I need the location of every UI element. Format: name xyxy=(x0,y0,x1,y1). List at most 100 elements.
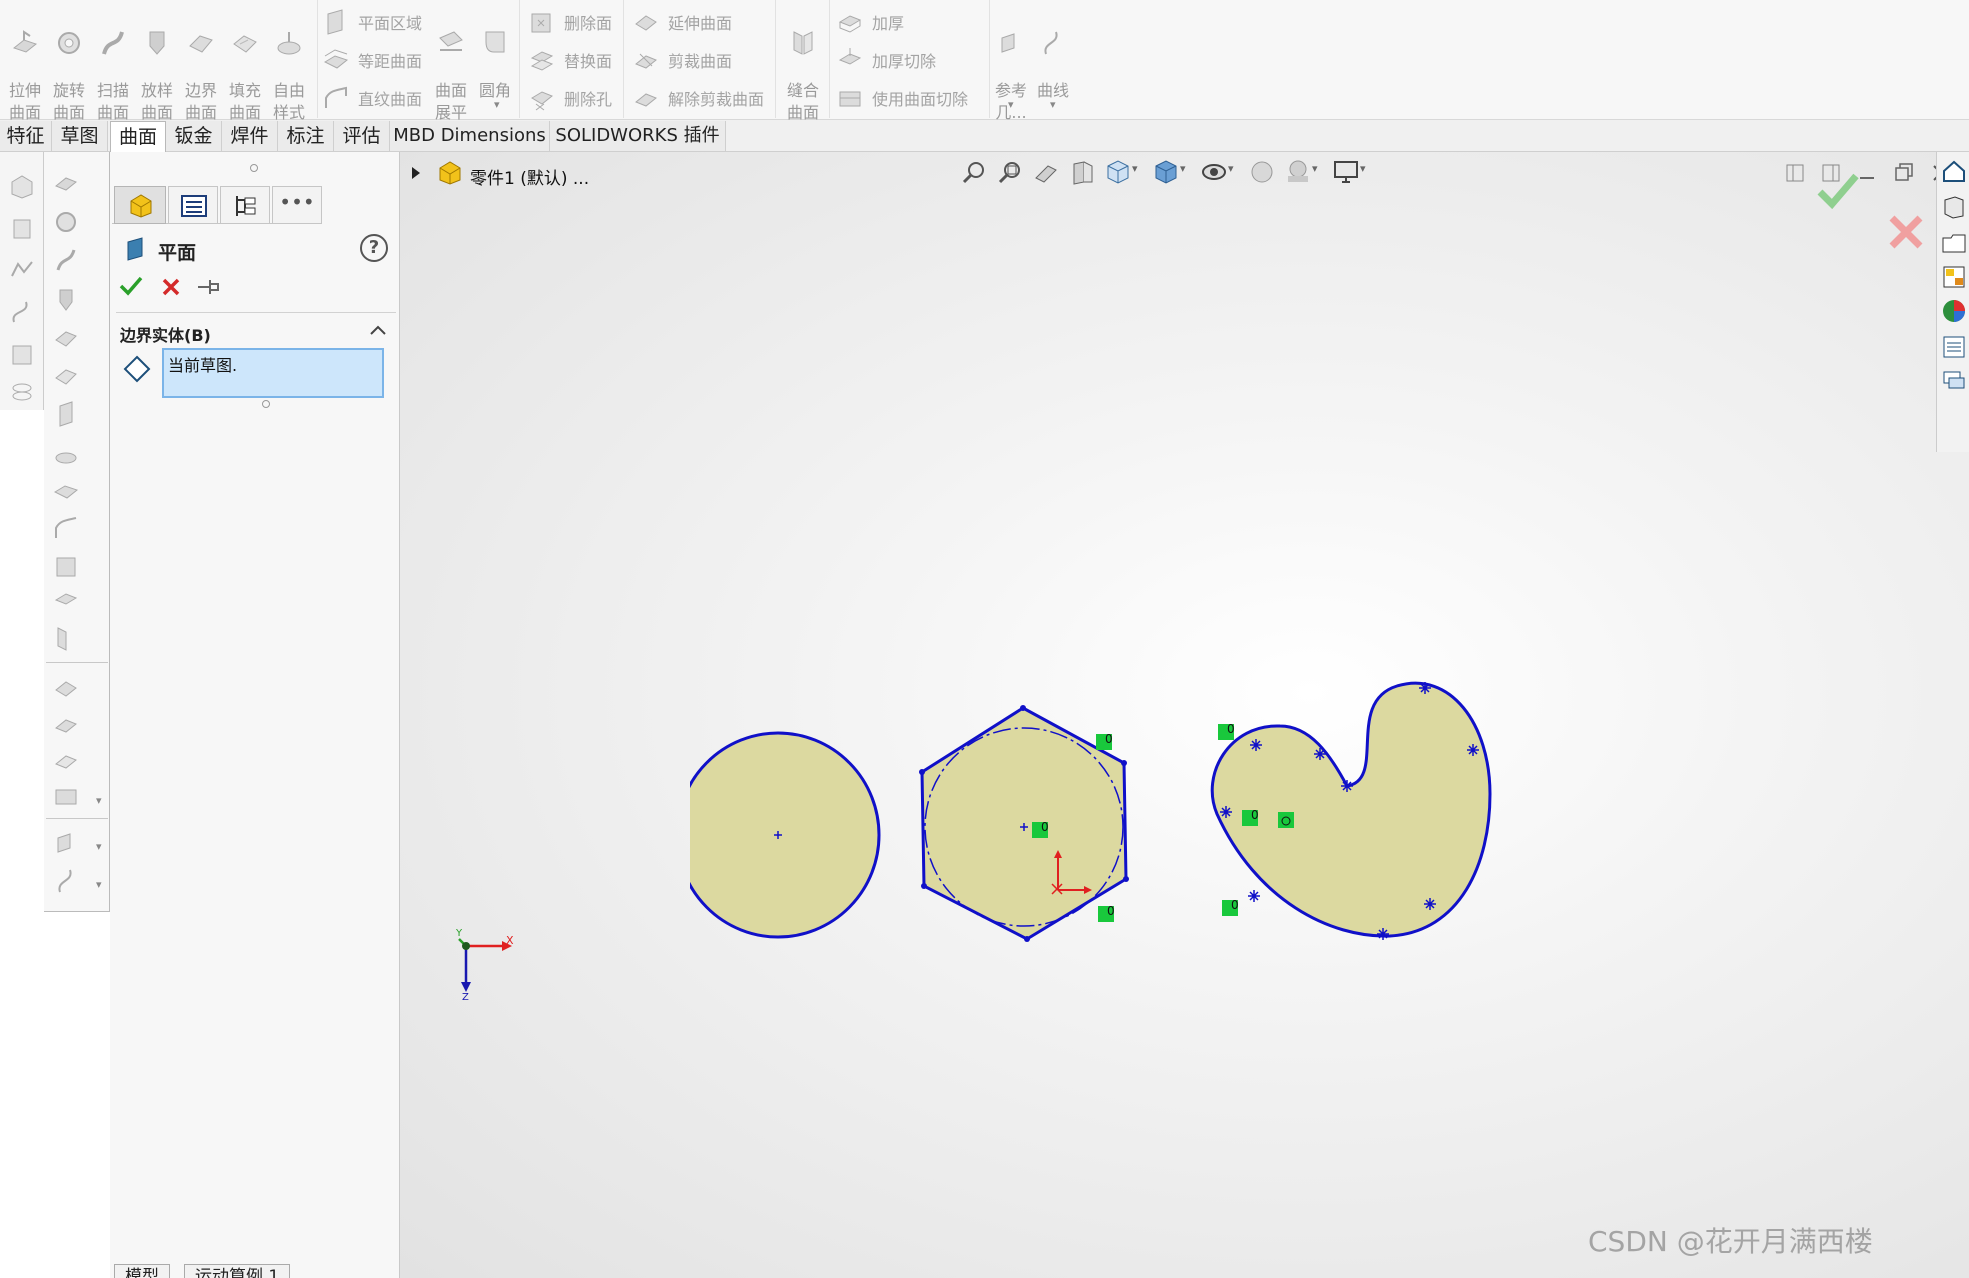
planar-surface-button[interactable]: 平面区域 xyxy=(322,4,422,40)
ruled-surface-tool-icon[interactable] xyxy=(52,514,80,542)
delete-hole-button[interactable]: 删除孔 xyxy=(528,80,612,116)
knit-surface-tool-icon[interactable] xyxy=(52,624,80,652)
tab-motion-study[interactable]: 运动算例 1 xyxy=(184,1264,291,1278)
curves-dropdown-icon[interactable]: ▾ xyxy=(1050,98,1056,111)
tab-evaluate[interactable]: 评估 xyxy=(334,121,390,151)
view-orientation-icon[interactable] xyxy=(1104,158,1132,186)
circle-region[interactable] xyxy=(690,731,881,939)
relation-badge[interactable]: 0 xyxy=(1242,808,1259,826)
relation-badge[interactable]: 0 xyxy=(1032,820,1049,838)
swept-surface-button[interactable]: 扫描 曲面 xyxy=(92,0,134,124)
confirm-check-icon[interactable] xyxy=(1814,168,1862,212)
design-library-icon[interactable] xyxy=(1941,194,1967,220)
panel-handle[interactable] xyxy=(250,164,258,172)
tab-sketch[interactable]: 草图 xyxy=(52,121,108,151)
untrim-surface-tool-icon[interactable] xyxy=(52,746,80,774)
replace-face-tool-icon[interactable] xyxy=(52,588,80,616)
freeform-tool-icon[interactable] xyxy=(52,438,80,466)
lofted-surface-button[interactable]: 放样 曲面 xyxy=(136,0,178,124)
apply-scene-dropdown-icon[interactable]: ▾ xyxy=(1312,162,1318,175)
tab-weldments[interactable]: 焊件 xyxy=(222,121,278,151)
trim-surface-tool-icon[interactable] xyxy=(52,710,80,738)
view-settings-monitor-icon[interactable] xyxy=(1332,158,1360,186)
reference-dropdown-icon[interactable]: ▾ xyxy=(1008,98,1014,111)
configuration-manager-tab[interactable] xyxy=(220,186,270,224)
extruded-surface-button[interactable]: 拉伸 曲面 xyxy=(4,0,46,124)
trim-surface-button[interactable]: 剪裁曲面 xyxy=(632,42,732,78)
lofted-surface-tool-icon[interactable] xyxy=(52,286,80,314)
tree-root-label[interactable]: 零件1 (默认) ... xyxy=(470,164,589,189)
file-explorer-icon[interactable] xyxy=(1941,230,1967,256)
tab-mbd-dimensions[interactable]: MBD Dimensions xyxy=(390,121,550,151)
thicken-tool-dropdown-icon[interactable]: ▾ xyxy=(96,794,102,807)
delete-face-button[interactable]: 删除面 xyxy=(528,4,612,40)
surface-cut-button[interactable]: 使用曲面切除 xyxy=(836,80,968,116)
cancel-x-icon[interactable] xyxy=(160,276,182,298)
replace-face-button[interactable]: 替换面 xyxy=(528,42,612,78)
help-icon[interactable]: ? xyxy=(360,234,388,262)
extend-surface-button[interactable]: 延伸曲面 xyxy=(632,4,732,40)
thicken-tool-icon[interactable] xyxy=(52,782,80,810)
apply-scene-icon[interactable] xyxy=(1284,158,1312,186)
sketch-line-icon[interactable] xyxy=(8,256,36,284)
selection-box-resize-handle[interactable] xyxy=(262,400,270,408)
surface-flatten-button[interactable]: 曲面 展平 xyxy=(430,0,472,124)
hide-show-items-icon[interactable] xyxy=(1200,158,1228,186)
previous-view-icon[interactable] xyxy=(1032,158,1060,186)
box-icon[interactable] xyxy=(8,172,36,200)
curves-button[interactable]: 曲线 xyxy=(1032,0,1074,102)
delete-face-tool-icon[interactable] xyxy=(52,552,80,580)
swept-surface-tool-icon[interactable] xyxy=(52,246,80,274)
custom-properties-icon[interactable] xyxy=(1941,334,1967,360)
graphics-area[interactable]: 零件1 (默认) ... ▾ ▾ ▾ ▾ ▾ 0 0 0 0 0 0 X Y Z… xyxy=(400,152,1969,1278)
tree-expand-arrow-icon[interactable] xyxy=(410,166,422,180)
filled-surface-button[interactable]: 填充 曲面 xyxy=(224,0,266,124)
restore-icon[interactable] xyxy=(1892,160,1916,184)
tab-solidworks-addins[interactable]: SOLIDWORKS 插件 xyxy=(550,121,726,151)
section-view-icon[interactable] xyxy=(1068,158,1096,186)
tab-model[interactable]: 模型 xyxy=(114,1264,170,1278)
relation-badge[interactable]: 0 xyxy=(1096,732,1113,750)
relation-badge-tangent[interactable] xyxy=(1278,812,1294,828)
freeform-button[interactable]: 自由 样式 xyxy=(268,0,310,124)
view-orientation-dropdown-icon[interactable]: ▾ xyxy=(1132,162,1138,175)
boundary-entities-selection-box[interactable]: 当前草图. xyxy=(162,348,384,398)
filled-surface-tool-icon[interactable] xyxy=(52,362,80,390)
pin-icon[interactable] xyxy=(196,276,222,298)
hide-show-dropdown-icon[interactable]: ▾ xyxy=(1228,162,1234,175)
confirm-cancel-icon[interactable] xyxy=(1886,212,1926,252)
appearances-icon[interactable] xyxy=(1941,298,1967,324)
reference-tool-dropdown-icon[interactable]: ▾ xyxy=(96,840,102,853)
untrim-surface-button[interactable]: 解除剪裁曲面 xyxy=(632,80,764,116)
feature-manager-tab[interactable] xyxy=(114,186,166,224)
zoom-to-fit-icon[interactable] xyxy=(960,158,988,186)
accept-check-icon[interactable] xyxy=(118,274,144,298)
shell-icon[interactable] xyxy=(8,340,36,368)
curves-tool-icon[interactable] xyxy=(52,866,80,894)
cylinder-icon[interactable] xyxy=(8,214,36,242)
view-palette-icon[interactable] xyxy=(1941,264,1967,290)
relation-badge[interactable]: 0 xyxy=(1098,904,1115,922)
fillet-button[interactable]: 圆角 xyxy=(474,0,516,102)
tab-markup[interactable]: 标注 xyxy=(278,121,334,151)
helix-icon[interactable] xyxy=(8,378,36,406)
zoom-to-area-icon[interactable] xyxy=(996,158,1024,186)
fillet-dropdown-icon[interactable]: ▾ xyxy=(494,98,500,111)
forum-icon[interactable] xyxy=(1941,368,1967,394)
revolved-surface-tool-icon[interactable] xyxy=(52,208,80,236)
display-style-dropdown-icon[interactable]: ▾ xyxy=(1180,162,1186,175)
boundary-surface-button[interactable]: 边界 曲面 xyxy=(180,0,222,124)
display-style-icon[interactable] xyxy=(1152,158,1180,186)
extruded-surface-tool-icon[interactable] xyxy=(52,168,80,196)
relation-badge[interactable]: 0 xyxy=(1218,722,1235,740)
relation-badge[interactable]: 0 xyxy=(1222,898,1239,916)
extend-surface-tool-icon[interactable] xyxy=(52,674,80,702)
reference-geometry-tool-icon[interactable] xyxy=(52,828,80,856)
boundary-surface-tool-icon[interactable] xyxy=(52,324,80,352)
curves-tool-dropdown-icon[interactable]: ▾ xyxy=(96,878,102,891)
knit-surface-button[interactable]: 缝合 曲面 xyxy=(782,0,824,124)
ruled-surface-button[interactable]: 直纹曲面 xyxy=(322,80,422,116)
offset-surface-button[interactable]: 等距曲面 xyxy=(322,42,422,78)
tile-left-icon[interactable] xyxy=(1784,162,1806,184)
thicken-button[interactable]: 加厚 xyxy=(836,4,904,40)
